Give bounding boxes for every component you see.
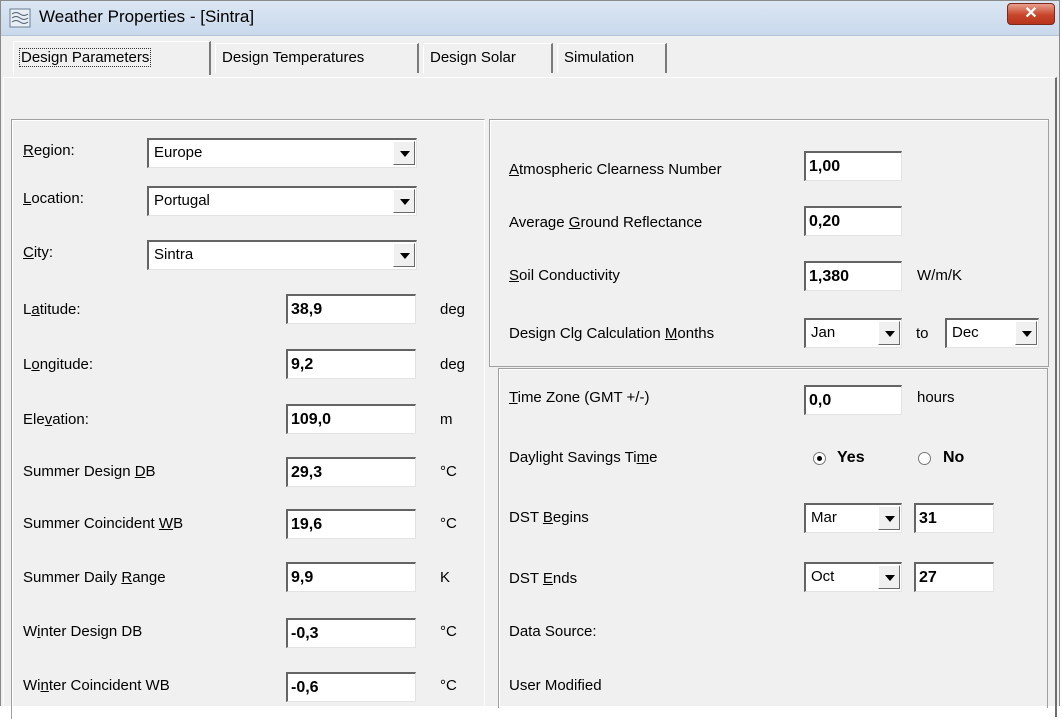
tab-label: Simulation — [564, 49, 635, 66]
dst-begins-month-value: Mar — [811, 509, 837, 526]
window-title: Weather Properties - [Sintra] — [39, 7, 255, 26]
dst-no-radio[interactable] — [918, 452, 931, 465]
dst-yes-label[interactable]: Yes — [837, 449, 865, 467]
tab-design-parameters[interactable]: Design Parameters — [13, 41, 211, 75]
chevron-down-icon[interactable] — [393, 189, 415, 213]
chevron-down-icon[interactable] — [878, 565, 900, 589]
summer-design-db-label: Summer Design DB — [23, 463, 156, 480]
soil-conductivity-input[interactable]: 1,380 — [804, 261, 902, 291]
region-label: Region: — [23, 142, 75, 159]
ground-reflectance-label: Average Ground Reflectance — [509, 214, 703, 231]
winter-design-db-unit: °C — [440, 623, 457, 640]
tab-simulation[interactable]: Simulation — [557, 43, 667, 73]
calculation-months-label: Design Clg Calculation Months — [509, 325, 715, 342]
elevation-input[interactable]: 109,0 — [286, 404, 416, 434]
summer-daily-range-label: Summer Daily Range — [23, 569, 166, 586]
dst-ends-day-input[interactable]: 27 — [914, 562, 994, 592]
dst-begins-month-select[interactable]: Mar — [804, 503, 902, 533]
longitude-input[interactable]: 9,2 — [286, 349, 416, 379]
tab-design-solar[interactable]: Design Solar — [423, 43, 553, 73]
summer-coincident-wb-input[interactable]: 19,6 — [286, 509, 416, 539]
elevation-unit: m — [440, 411, 453, 428]
dst-ends-label: DST Ends — [509, 570, 578, 587]
dst-ends-month-value: Oct — [811, 568, 835, 585]
time-zone-label: Time Zone (GMT +/-) — [509, 389, 650, 406]
region-value: Europe — [154, 144, 203, 161]
region-select[interactable]: Europe — [147, 138, 417, 168]
months-from-select[interactable]: Jan — [804, 318, 902, 348]
atmospheric-clearness-label: Atmospheric Clearness Number — [509, 161, 722, 178]
latitude-label: Latitude: — [23, 301, 81, 318]
summer-daily-range-input[interactable]: 9,9 — [286, 562, 416, 592]
close-button[interactable]: ✕ — [1007, 3, 1055, 25]
location-select[interactable]: Portugal — [147, 186, 417, 216]
time-zone-unit: hours — [917, 389, 955, 406]
dst-no-label[interactable]: No — [943, 449, 964, 467]
dst-ends-month-select[interactable]: Oct — [804, 562, 902, 592]
latitude-input[interactable]: 38,9 — [286, 294, 416, 324]
months-from-value: Jan — [811, 324, 836, 341]
soil-conductivity-unit: W/m/K — [917, 267, 962, 284]
dst-yes-radio[interactable] — [813, 452, 826, 465]
soil-conductivity-label: Soil Conductivity — [509, 267, 620, 284]
weather-app-icon — [9, 8, 31, 28]
longitude-unit: deg — [440, 356, 466, 373]
chevron-down-icon[interactable] — [878, 506, 900, 530]
summer-coincident-wb-label: Summer Coincident WB — [23, 515, 184, 532]
data-source-label: Data Source: — [509, 623, 597, 640]
winter-coincident-wb-label: Winter Coincident WB — [23, 677, 170, 694]
tab-design-temperatures[interactable]: Design Temperatures — [215, 43, 419, 73]
user-modified-label: User Modified — [509, 677, 602, 694]
longitude-label: Longitude: — [23, 356, 94, 373]
chevron-down-icon[interactable] — [878, 321, 900, 345]
atmospheric-clearness-input[interactable]: 1,00 — [804, 151, 902, 181]
summer-design-db-input[interactable]: 29,3 — [286, 457, 416, 487]
winter-design-db-input[interactable]: -0,3 — [286, 618, 416, 648]
months-to-value: Dec — [952, 324, 979, 341]
summer-daily-range-unit: K — [440, 569, 451, 586]
summer-design-db-unit: °C — [440, 463, 457, 480]
elevation-label: Elevation: — [23, 411, 89, 428]
time-zone-input[interactable]: 0,0 — [804, 385, 902, 415]
months-to-select[interactable]: Dec — [945, 318, 1039, 348]
location-label: Location: — [23, 190, 84, 207]
location-value: Portugal — [154, 192, 210, 209]
chevron-down-icon[interactable] — [1015, 321, 1037, 345]
chevron-down-icon[interactable] — [393, 243, 415, 267]
tab-label: Design Solar — [430, 49, 516, 66]
city-select[interactable]: Sintra — [147, 240, 417, 270]
title-bar: Weather Properties - [Sintra] ✕ — [1, 1, 1059, 36]
summer-coincident-wb-unit: °C — [440, 515, 457, 532]
dst-begins-label: DST Begins — [509, 509, 589, 526]
winter-coincident-wb-unit: °C — [440, 677, 457, 694]
latitude-unit: deg — [440, 301, 466, 318]
close-icon: ✕ — [1024, 5, 1038, 22]
time-zone-group — [498, 368, 1048, 708]
city-value: Sintra — [154, 246, 194, 263]
weather-properties-window: Weather Properties - [Sintra] ✕ Design P… — [0, 0, 1060, 719]
winter-design-db-label: Winter Design DB — [23, 623, 143, 640]
tab-label: Design Temperatures — [222, 49, 365, 66]
city-label: City: — [23, 244, 54, 261]
months-to-label: to — [916, 325, 929, 342]
tab-label: Design Parameters — [18, 48, 152, 67]
ground-reflectance-input[interactable]: 0,20 — [804, 206, 902, 236]
winter-coincident-wb-input[interactable]: -0,6 — [286, 672, 416, 702]
daylight-savings-label: Daylight Savings Time — [509, 449, 658, 466]
dst-begins-day-input[interactable]: 31 — [914, 503, 994, 533]
chevron-down-icon[interactable] — [393, 141, 415, 165]
